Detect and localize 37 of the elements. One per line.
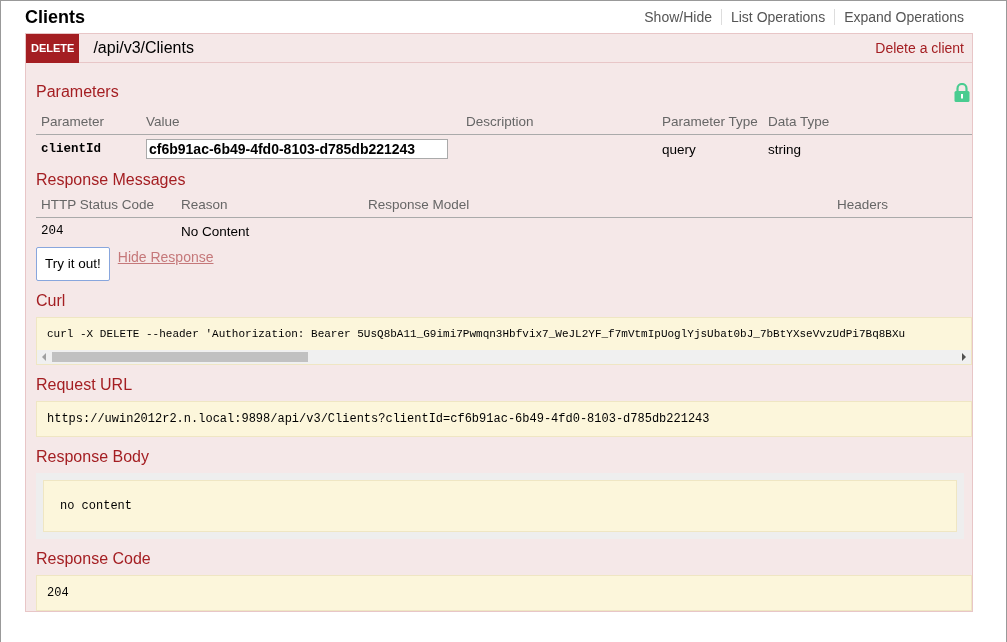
method-badge: DELETE	[26, 33, 80, 63]
section-heading: Request URL	[36, 375, 134, 396]
section-heading: Parameters	[36, 82, 119, 102]
status-code: 204	[40, 223, 65, 241]
value-input[interactable]: cf6b91ac-6b49-4fd0-8103-d785db221243	[146, 139, 448, 160]
header-link[interactable]: Show/Hide	[635, 9, 721, 25]
response-body: no content	[43, 480, 957, 533]
scroll-right-arrow-icon[interactable]	[960, 352, 968, 363]
table-cell-text: query	[661, 140, 697, 159]
lock-icon[interactable]	[954, 82, 970, 102]
try-it-out-button[interactable]: Try it out!	[36, 246, 110, 281]
column-header: Data Type	[763, 107, 972, 136]
section-heading: Response Messages	[36, 170, 187, 190]
horizontal-scrollbar[interactable]	[37, 350, 971, 365]
header-link[interactable]: List Operations	[720, 9, 835, 25]
section-title: Clients	[25, 6, 85, 29]
table-cell-text: string	[767, 140, 802, 159]
curl-command: curl -X DELETE --header 'Authorization: Bearer 5UsQ8bA11_G9imi7Pwmqn3Hbfvix7_WeJL2YF_f7mVtmIpUoglYjsUbat0bJ_7bBtYXseVvzUdPi7Bq8BXu	[46, 326, 907, 342]
column-header: Reason	[176, 190, 363, 219]
column-header: Headers	[832, 190, 972, 219]
column-header: Parameter	[36, 107, 141, 136]
table-cell-text: No Content	[180, 223, 251, 242]
section-heading: Response Code	[36, 549, 152, 570]
scroll-left-arrow-icon[interactable]	[40, 352, 48, 363]
response-code: 204	[36, 575, 972, 612]
column-header: HTTP Status Code	[36, 190, 176, 219]
column-header: Description	[461, 107, 657, 136]
column-header: Response Model	[363, 190, 832, 219]
parameter-name: clientId	[40, 141, 102, 159]
section-heading: Response Body	[36, 447, 150, 468]
operation-summary[interactable]: Delete a client	[875, 37, 964, 59]
section-heading: Curl	[36, 290, 67, 311]
request-url: https://uwin2012r2.n.local:9898/api/v3/Clients?clientId=cf6b91ac-6b49-4fd0-8103-d785db221243	[36, 401, 972, 438]
column-header: Value	[141, 107, 461, 136]
header-link[interactable]: Expand Operations	[834, 9, 973, 25]
column-header: Parameter Type	[657, 107, 763, 136]
endpoint-path[interactable]: /api/v3/Clients	[93, 36, 876, 60]
